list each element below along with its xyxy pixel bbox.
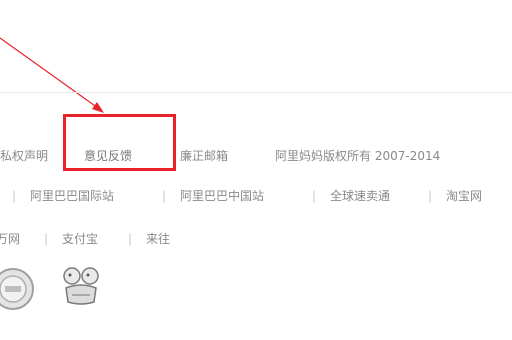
copyright-text: 阿里妈妈版权所有 2007-2014 bbox=[275, 149, 441, 163]
badge-seal-icon[interactable] bbox=[0, 266, 36, 312]
link-alipay[interactable]: 支付宝 bbox=[62, 228, 98, 250]
link-aliexpress[interactable]: 全球速卖通 bbox=[330, 185, 390, 207]
separator: | bbox=[12, 189, 17, 203]
link-privacy[interactable]: 隐私权声明 bbox=[0, 145, 48, 167]
separator: | bbox=[428, 189, 433, 203]
highlight-box bbox=[63, 114, 176, 171]
link-laiwang[interactable]: 来往 bbox=[146, 228, 170, 250]
footer-divider bbox=[0, 92, 512, 93]
separator: | bbox=[128, 232, 133, 246]
link-taobao[interactable]: 淘宝网 bbox=[446, 185, 482, 207]
link-alibaba-china[interactable]: 阿里巴巴中国站 bbox=[180, 185, 264, 207]
link-wanwang[interactable]: 万网 bbox=[0, 228, 20, 250]
separator: | bbox=[312, 189, 317, 203]
link-alibaba-intl[interactable]: 阿里巴巴国际站 bbox=[30, 185, 114, 207]
link-integrity-email[interactable]: 廉正邮箱 bbox=[180, 145, 228, 167]
separator: | bbox=[44, 232, 49, 246]
badge-cartoon-icon[interactable] bbox=[58, 262, 104, 308]
separator: | bbox=[162, 189, 167, 203]
